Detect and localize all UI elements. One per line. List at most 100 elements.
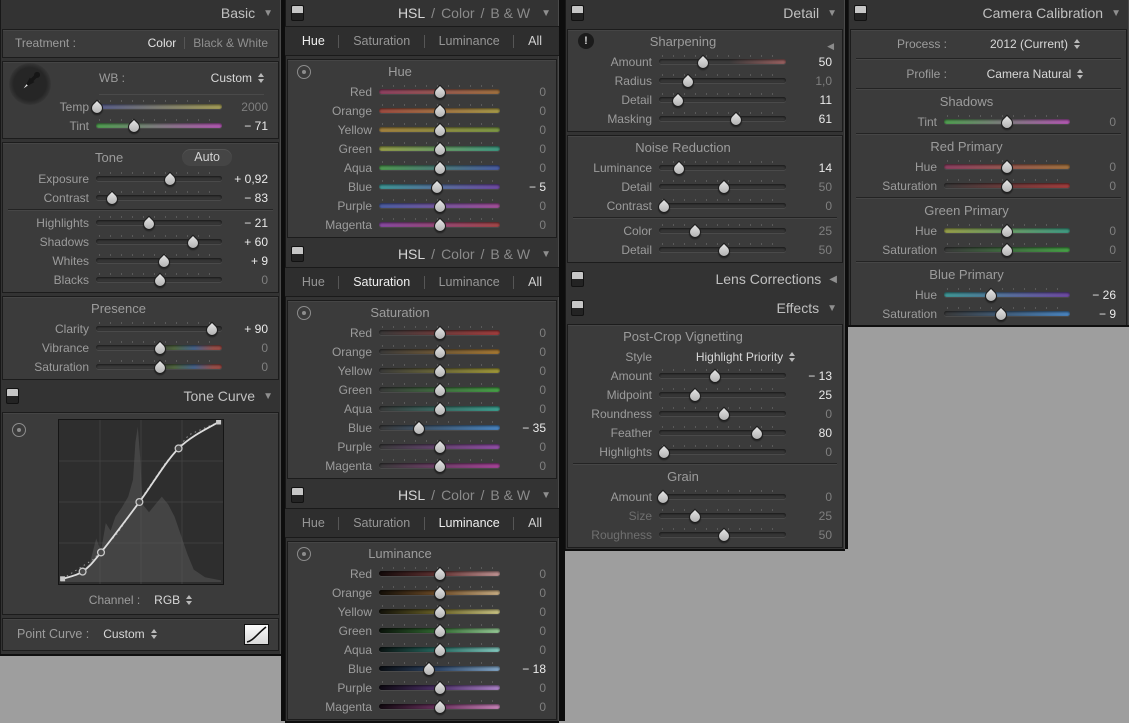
slider-thumb[interactable] [431,624,448,641]
slider-track-bar[interactable] [379,666,500,671]
slider-track-bar[interactable] [96,123,222,128]
slider-thumb[interactable] [999,224,1016,241]
slider-track[interactable] [659,55,786,68]
slider-track[interactable] [379,85,500,98]
tab-luminance[interactable]: Luminance [439,516,500,530]
slider-track[interactable] [96,216,222,229]
tone-curve-graph[interactable] [58,419,224,585]
slider-thumb[interactable] [715,407,732,424]
panel-header-basic[interactable]: Basic▼ [0,0,281,26]
slider-thumb[interactable] [686,388,703,405]
panel-header-hsl-color-b-w[interactable]: HSL/Color/B & W▼ [285,482,559,508]
slider-track-bar[interactable] [659,78,786,83]
slider-track[interactable] [379,104,500,117]
slider-thumb[interactable] [431,459,448,476]
slider-track[interactable] [944,288,1070,301]
slider-thumb[interactable] [431,402,448,419]
panel-title-part-hsl[interactable]: HSL [398,5,425,21]
tab-all[interactable]: All [528,34,542,48]
slider-track[interactable] [96,322,222,335]
slider-thumb[interactable] [654,490,671,507]
slider-thumb[interactable] [982,288,999,305]
panel-header-lens-corrections[interactable]: Lens Corrections◀ [565,266,845,292]
warning-icon[interactable]: ! [578,33,594,49]
slider-track[interactable] [379,681,500,694]
slider-thumb[interactable] [431,142,448,159]
tab-luminance[interactable]: Luminance [439,275,500,289]
slider-thumb[interactable] [431,85,448,102]
slider-thumb[interactable] [162,172,179,189]
slider-thumb[interactable] [431,681,448,698]
panel-switch-icon[interactable] [571,5,584,21]
slider-thumb[interactable] [431,364,448,381]
style-select[interactable]: Highlight Priority [696,350,795,364]
slider-track[interactable] [379,624,500,637]
slider-track-bar[interactable] [659,228,786,233]
point-curve-select[interactable]: Custom [103,627,156,641]
slider-track[interactable] [379,180,500,193]
slider-thumb[interactable] [748,426,765,443]
slider-track[interactable] [379,161,500,174]
slider-thumb[interactable] [715,243,732,260]
slider-thumb[interactable] [695,55,712,72]
slider-track[interactable] [659,528,786,541]
slider-thumb[interactable] [152,273,169,290]
panel-title-part-b-w[interactable]: B & W [490,487,530,503]
slider-track[interactable] [96,191,222,204]
slider-thumb[interactable] [999,115,1016,132]
channel-select-value[interactable]: RGB [154,593,180,607]
slider-track[interactable] [379,218,500,231]
wb-select-value[interactable]: Custom [211,71,252,85]
panel-header-camera-calibration[interactable]: Camera Calibration▼ [848,0,1129,26]
slider-thumb[interactable] [728,112,745,129]
slider-track-bar[interactable] [379,425,500,430]
slider-thumb[interactable] [999,160,1016,177]
panel-title-part-b-w[interactable]: B & W [490,246,530,262]
slider-track[interactable] [96,119,222,132]
slider-track[interactable] [96,341,222,354]
slider-thumb[interactable] [431,218,448,235]
slider-thumb[interactable] [656,445,673,462]
slider-thumb[interactable] [429,180,446,197]
slider-thumb[interactable] [410,421,427,438]
slider-track[interactable] [96,360,222,373]
slider-thumb[interactable] [680,74,697,91]
slider-track[interactable] [379,326,500,339]
panel-switch-icon[interactable] [571,300,584,316]
panel-title-part-color[interactable]: Color [441,246,474,262]
slider-track[interactable] [659,369,786,382]
panel-header-tone-curve[interactable]: Tone Curve▼ [0,383,281,409]
slider-thumb[interactable] [431,586,448,603]
slider-track[interactable] [944,307,1070,320]
tab-hue[interactable]: Hue [302,516,325,530]
target-adjust-icon[interactable] [297,547,311,561]
tab-all[interactable]: All [528,275,542,289]
style-select-value[interactable]: Highlight Priority [696,350,783,364]
slider-track[interactable] [944,115,1070,128]
slider-thumb[interactable] [140,216,157,233]
slider-track[interactable] [659,490,786,503]
slider-thumb[interactable] [431,104,448,121]
slider-track[interactable] [379,199,500,212]
slider-track[interactable] [659,407,786,420]
slider-track-bar[interactable] [96,239,222,244]
slider-thumb[interactable] [431,123,448,140]
target-adjust-icon[interactable] [297,65,311,79]
slider-thumb[interactable] [992,307,1009,324]
triangle-left-icon[interactable]: ◀ [827,36,834,56]
slider-thumb[interactable] [89,100,106,117]
treatment-option-black-white[interactable]: Black & White [193,36,268,50]
slider-track-bar[interactable] [659,373,786,378]
slider-thumb[interactable] [431,199,448,216]
slider-track-bar[interactable] [659,430,786,435]
slider-thumb[interactable] [999,243,1016,260]
slider-thumb[interactable] [420,662,437,679]
slider-track-bar[interactable] [96,326,222,331]
slider-track[interactable] [659,112,786,125]
slider-track[interactable] [659,224,786,237]
select-value[interactable]: Camera Natural [987,67,1072,81]
slider-track[interactable] [379,402,500,415]
tab-all[interactable]: All [528,516,542,530]
panel-switch-icon[interactable] [571,271,584,287]
slider-track-bar[interactable] [96,220,222,225]
